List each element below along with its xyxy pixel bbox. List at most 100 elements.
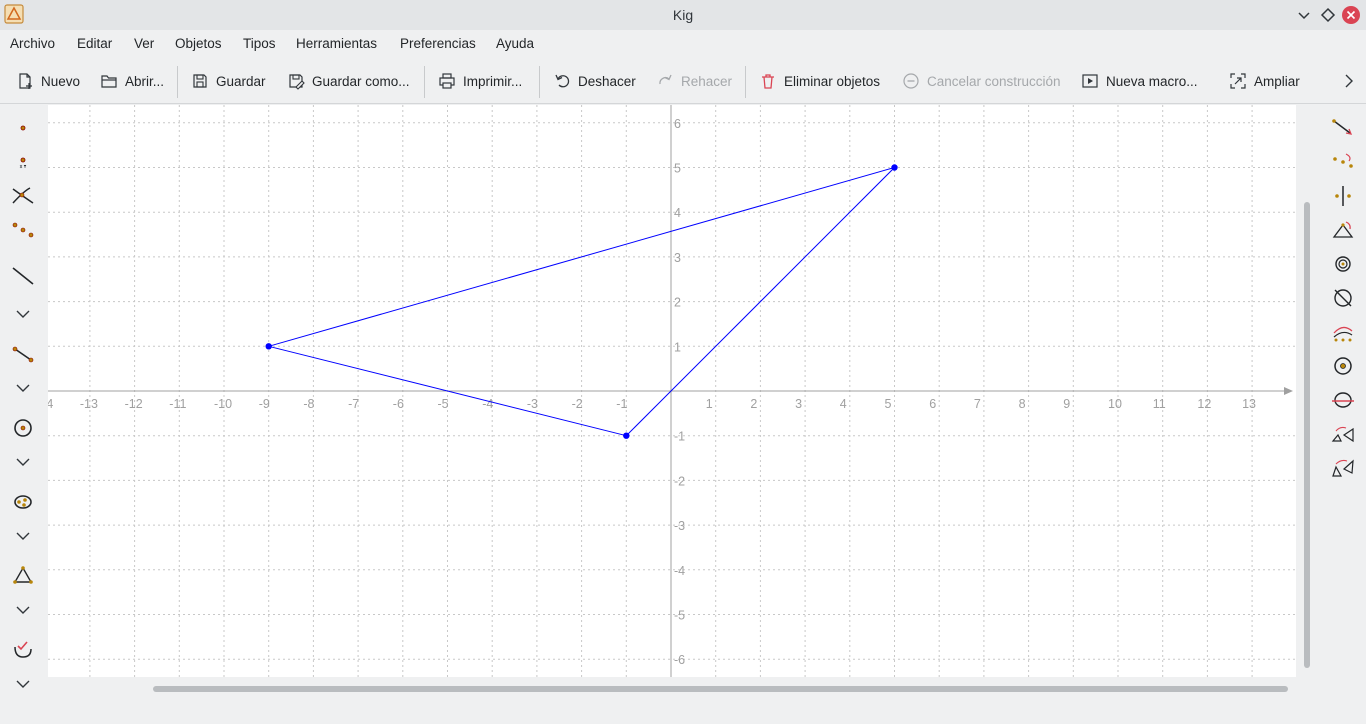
conic-tool-icon: [14, 495, 32, 509]
point-reflection-icon: [1333, 153, 1353, 168]
menu-editar[interactable]: Editar: [77, 36, 112, 51]
close-icon[interactable]: [1341, 5, 1361, 25]
triangle-vertex-point[interactable]: [891, 164, 898, 171]
cancel-construction-button[interactable]: Cancelar construcción: [902, 70, 1061, 92]
new-macro-button[interactable]: Nueva macro...: [1081, 70, 1198, 92]
x-tick-label: 4: [840, 397, 847, 411]
x-axis-arrow: [1284, 387, 1293, 395]
circle-inversion-button[interactable]: [1330, 353, 1356, 379]
window-titlebar: Kig: [0, 0, 1366, 30]
scaling-icon: [1335, 256, 1351, 272]
translation-button[interactable]: [1330, 115, 1356, 141]
triangle-segment: [268, 167, 895, 347]
delete-objects-button[interactable]: Eliminar objetos: [759, 70, 880, 92]
projection-icon: [1332, 392, 1354, 408]
intersection-tool-button[interactable]: [10, 183, 36, 209]
y-tick-label: -5: [674, 609, 685, 623]
y-tick-label: -6: [674, 653, 685, 667]
polygon-tool-button[interactable]: [10, 563, 36, 589]
y-tick-label: 2: [674, 296, 681, 310]
vertical-scrollbar[interactable]: [1304, 202, 1310, 668]
y-tick-label: -1: [674, 430, 685, 444]
folder-open-icon: [101, 75, 117, 88]
stretch-button[interactable]: [1330, 319, 1356, 345]
circle-tool-button[interactable]: [10, 415, 36, 441]
save-label: Guardar: [216, 73, 266, 89]
menu-herramientas[interactable]: Herramientas: [296, 36, 377, 51]
conic-tool-button[interactable]: [10, 489, 36, 515]
similitude-button[interactable]: [1330, 421, 1356, 447]
triangle-vertex-point[interactable]: [265, 343, 272, 350]
new-button[interactable]: Nuevo: [16, 70, 80, 92]
print-button[interactable]: Imprimir...: [438, 70, 522, 92]
circle-menu-chevron-icon: [16, 458, 30, 466]
menu-archivo[interactable]: Archivo: [10, 36, 55, 51]
line-tool-icon: [12, 267, 34, 285]
segment-menu-button[interactable]: [10, 375, 36, 401]
save-as-label: Guardar como...: [312, 73, 410, 89]
polygon-tool-icon: [13, 566, 33, 584]
main-toolbar: Nuevo Abrir... Guardar Guardar como... I…: [0, 58, 1366, 104]
open-button[interactable]: Abrir...: [100, 70, 164, 92]
line-tool-button[interactable]: [10, 263, 36, 289]
point-coordinates-tool-icon: [19, 157, 27, 169]
test-tool-button[interactable]: [10, 637, 36, 663]
circle-menu-button[interactable]: [10, 449, 36, 475]
x-tick-label: 7: [974, 397, 981, 411]
affinity-button[interactable]: [1330, 455, 1356, 481]
rotation-button[interactable]: [1330, 217, 1356, 243]
harmonic-homology-button[interactable]: [1330, 285, 1356, 311]
undo-button[interactable]: Deshacer: [553, 70, 636, 92]
similitude-icon: [1331, 426, 1354, 443]
line-reflection-button[interactable]: [1330, 183, 1356, 209]
midpoint-tool-button[interactable]: [10, 217, 36, 243]
x-tick-label: 3: [795, 397, 802, 411]
triangle-vertex-point[interactable]: [623, 432, 630, 439]
point-reflection-button[interactable]: [1330, 149, 1356, 175]
line-menu-button[interactable]: [10, 301, 36, 327]
point-tool-button[interactable]: [10, 115, 36, 141]
window-title: Kig: [672, 7, 694, 23]
menu-ver[interactable]: Ver: [134, 36, 154, 51]
new-macro-label: Nueva macro...: [1106, 73, 1198, 89]
menu-tipos[interactable]: Tipos: [243, 36, 276, 51]
segment-tool-button[interactable]: [10, 341, 36, 367]
x-tick-label: -10: [214, 397, 232, 411]
polygon-menu-button[interactable]: [10, 597, 36, 623]
save-button[interactable]: Guardar: [191, 70, 266, 92]
harmonic-homology-icon: [1334, 289, 1352, 307]
toolbar-separator: [177, 66, 178, 98]
y-tick-label: 5: [674, 162, 681, 176]
minimize-icon[interactable]: [1294, 5, 1314, 25]
line-reflection-icon: [1335, 186, 1351, 206]
x-tick-label: 8: [1019, 397, 1026, 411]
projection-button[interactable]: [1330, 387, 1356, 413]
redo-icon: [659, 74, 672, 85]
zoom-in-button[interactable]: Ampliar: [1229, 70, 1300, 92]
y-tick-label: -3: [674, 519, 685, 533]
cancel-icon: [903, 73, 919, 89]
circle-inversion-icon: [1334, 357, 1352, 375]
toolbar-separator: [745, 66, 746, 98]
test-menu-button[interactable]: [10, 671, 36, 697]
coordinate-plot[interactable]: -14-13-12-11-10-9-8-7-6-5-4-3-2-11234567…: [48, 105, 1296, 677]
horizontal-scrollbar[interactable]: [153, 686, 1288, 692]
menu-preferencias[interactable]: Preferencias: [400, 36, 476, 51]
x-tick-label: 1: [706, 397, 713, 411]
save-as-button[interactable]: Guardar como...: [287, 70, 410, 92]
toolbar-overflow-button[interactable]: [1340, 70, 1358, 92]
geometry-canvas[interactable]: -14-13-12-11-10-9-8-7-6-5-4-3-2-11234567…: [48, 105, 1296, 677]
redo-label: Rehacer: [681, 73, 733, 89]
conic-menu-button[interactable]: [10, 523, 36, 549]
redo-button[interactable]: Rehacer: [656, 70, 732, 92]
printer-icon: [439, 73, 455, 89]
maximize-icon[interactable]: [1318, 5, 1338, 25]
y-tick-label: 6: [674, 117, 681, 131]
menu-objetos[interactable]: Objetos: [175, 36, 222, 51]
scaling-button[interactable]: [1330, 251, 1356, 277]
point-coordinates-tool-button[interactable]: [10, 149, 36, 175]
x-tick-label: -11: [169, 397, 186, 411]
menu-ayuda[interactable]: Ayuda: [496, 36, 534, 51]
x-tick-label: 2: [750, 397, 757, 411]
y-tick-label: 4: [674, 206, 681, 220]
